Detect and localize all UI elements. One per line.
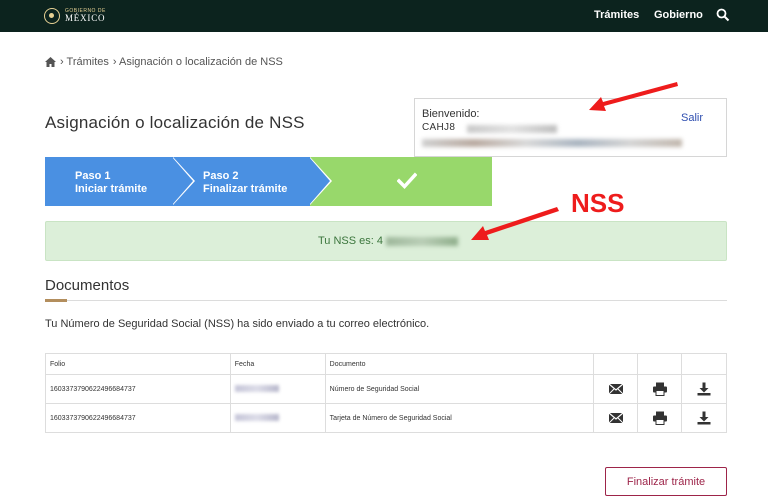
table-header-row: Folio Fecha Documento [45, 353, 727, 375]
logout-link[interactable]: Salir [681, 112, 703, 124]
step-1-arrow [172, 157, 193, 205]
nav-gobierno-link[interactable]: Gobierno [654, 9, 703, 21]
redacted-date [234, 414, 279, 422]
step-1-title: Paso 1 [75, 170, 111, 182]
welcome-label: Bienvenido: [422, 108, 480, 120]
logo-big-text: MÉXICO [65, 13, 106, 23]
column-header-download [681, 353, 727, 375]
section-accent [45, 299, 67, 302]
print-button[interactable] [637, 403, 683, 433]
row-folio: 160337379062249668473​7 [45, 403, 231, 433]
breadcrumb: › Trámites › Asignación o localización d… [45, 56, 283, 68]
progress-steps: Paso 2 Finalizar trámite Paso 1 Iniciar … [45, 157, 492, 206]
download-button[interactable] [681, 403, 727, 433]
search-icon[interactable] [716, 8, 730, 22]
nss-alert: Tu NSS es: 4 [45, 221, 727, 261]
email-button[interactable] [593, 403, 639, 433]
row-fecha [229, 403, 326, 433]
column-header-print [637, 353, 683, 375]
redacted-date [234, 385, 279, 393]
row-documento: Número de Seguridad Social [324, 374, 595, 404]
redacted-curp [467, 125, 557, 133]
step-2-arrow [309, 157, 330, 205]
annotation-label-nss: NSS [571, 188, 625, 218]
redacted-name [422, 139, 682, 147]
page-title: Asignación o localización de NSS [45, 113, 305, 132]
documents-table: Folio Fecha Documento 160337379062249668… [45, 353, 727, 433]
breadcrumb-current: › Asignación o localización de NSS [112, 56, 283, 68]
breadcrumb-tramites[interactable]: › Trámites [60, 56, 109, 68]
row-folio: 160337379062249668473​7 [45, 374, 231, 404]
checkmark-icon [397, 172, 417, 190]
email-button[interactable] [593, 374, 639, 404]
printer-icon [652, 382, 667, 396]
download-icon [697, 411, 711, 425]
printer-icon [652, 411, 667, 425]
step-2-subtitle: Finalizar trámite [203, 183, 288, 195]
column-header-folio: Folio [45, 353, 231, 375]
print-button[interactable] [637, 374, 683, 404]
column-header-email [593, 353, 639, 375]
row-documento: Tarjeta de Número de Seguridad Social [324, 403, 595, 433]
documents-info: Tu Número de Seguridad Social (NSS) ha s… [45, 318, 430, 330]
step-2-title: Paso 2 [203, 170, 239, 182]
download-icon [697, 382, 711, 396]
table-row: 160337379062249668473​7 Número de Seguri… [45, 374, 727, 404]
envelope-icon [608, 383, 624, 395]
nss-text: Tu NSS es: 4 [318, 235, 384, 247]
redacted-nss [386, 237, 458, 246]
welcome-curp: CAHJ8 [422, 122, 456, 133]
top-navbar: GOBIERNO DE MÉXICO Trámites Gobierno [0, 0, 768, 32]
column-header-fecha: Fecha [229, 353, 326, 375]
coat-of-arms-icon [44, 8, 60, 24]
nav-tramites-link[interactable]: Trámites [594, 9, 639, 21]
documents-title: Documentos [45, 277, 130, 294]
step-1-subtitle: Iniciar trámite [75, 183, 148, 195]
row-fecha [229, 374, 326, 404]
section-divider [45, 300, 727, 301]
welcome-box: Bienvenido: CAHJ8 Salir [414, 98, 727, 157]
step-1: Paso 1 Iniciar trámite [45, 157, 173, 206]
table-row: 160337379062249668473​7 Tarjeta de Númer… [45, 403, 727, 433]
home-icon[interactable] [45, 57, 56, 67]
logo-text: GOBIERNO DE MÉXICO [65, 9, 106, 23]
download-button[interactable] [681, 374, 727, 404]
column-header-documento: Documento [324, 353, 595, 375]
finish-button[interactable]: Finalizar trámite [605, 467, 727, 496]
gobierno-logo[interactable]: GOBIERNO DE MÉXICO [44, 6, 106, 26]
envelope-icon [608, 412, 624, 424]
